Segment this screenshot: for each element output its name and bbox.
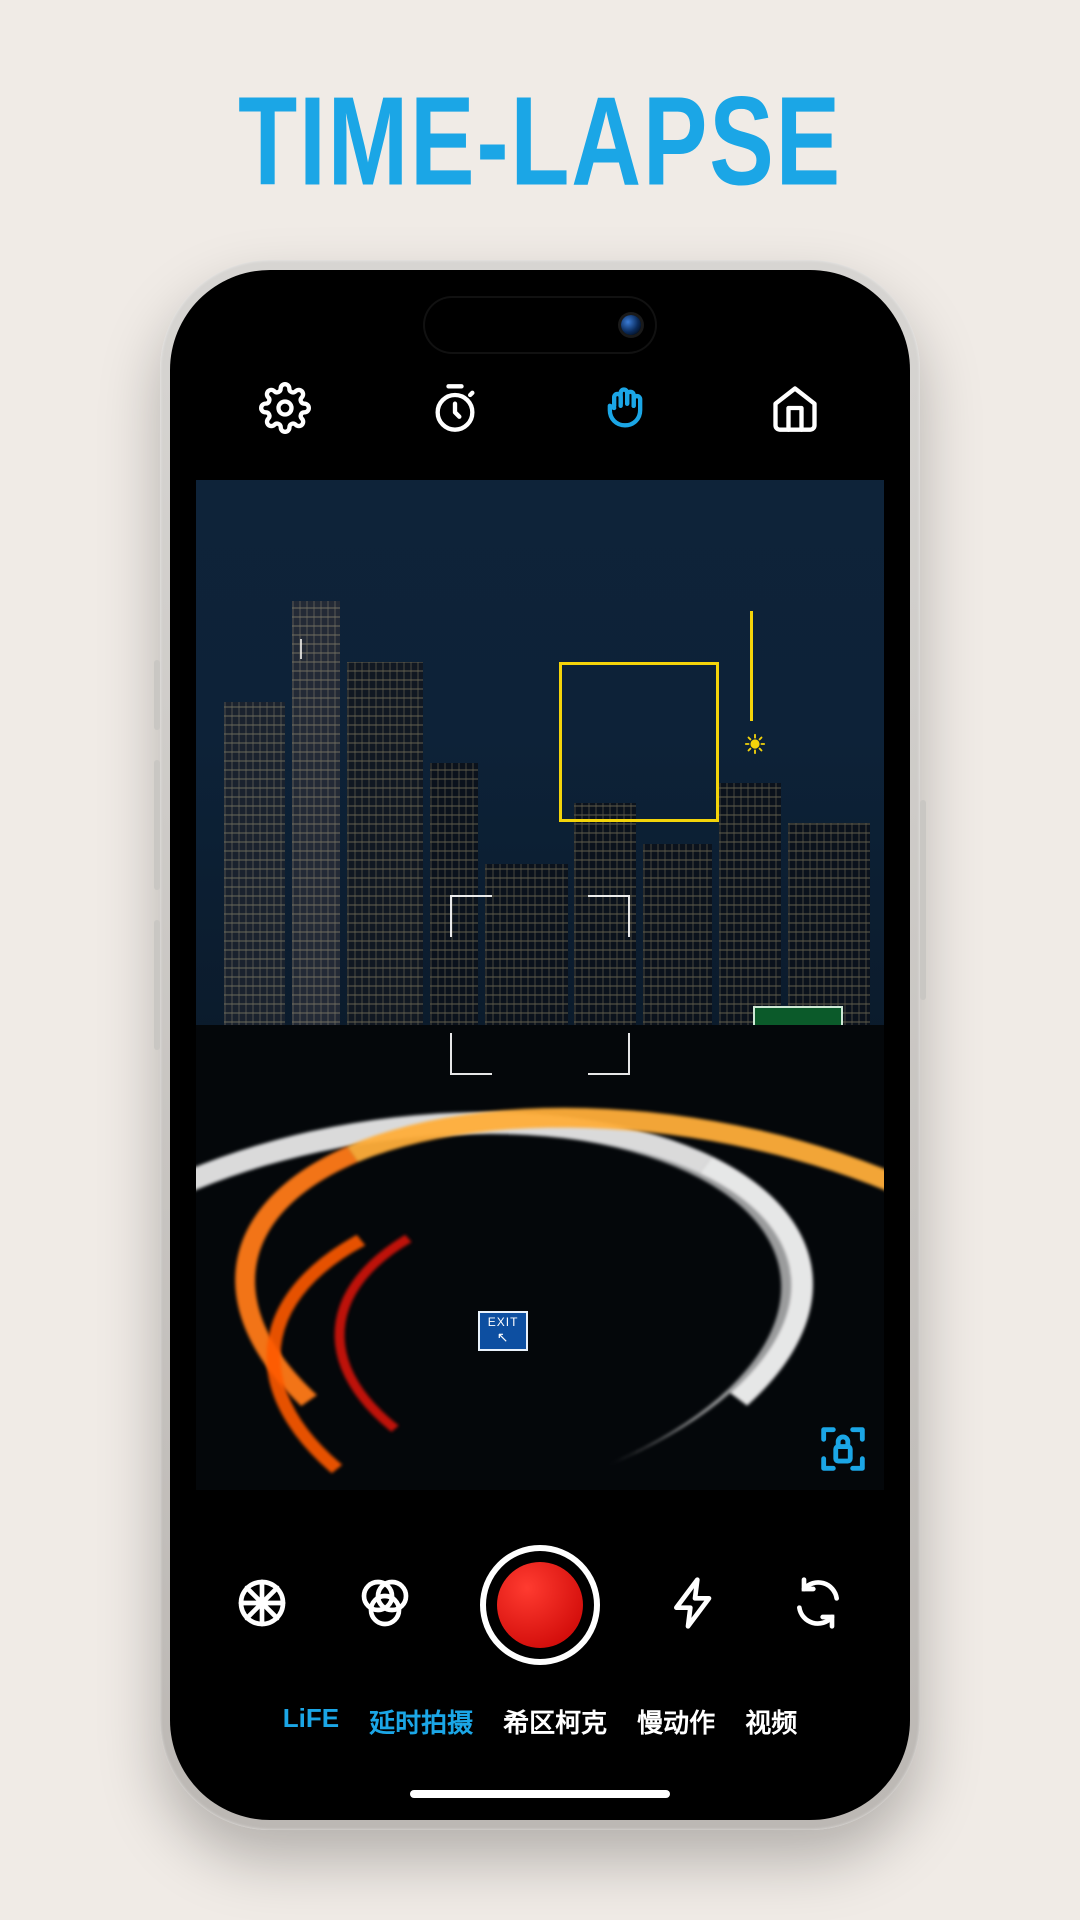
camera-viewfinder[interactable]: EXIT ↖ <box>196 480 884 1490</box>
phone-frame: EXIT ↖ <box>160 260 920 1830</box>
building-icon <box>347 662 423 1086</box>
mode-selector[interactable]: LiFE 延时拍摄 希区柯克 慢动作 视频 <box>170 1703 910 1740</box>
switch-camera-icon[interactable] <box>790 1575 846 1636</box>
home-icon[interactable] <box>769 382 821 439</box>
timer-icon[interactable] <box>429 382 481 439</box>
flash-icon[interactable] <box>667 1575 723 1636</box>
building-icon <box>292 601 340 1086</box>
exit-sign-icon: EXIT ↖ <box>478 1311 528 1351</box>
phone-volume-down <box>154 920 160 1050</box>
settings-icon[interactable] <box>259 382 311 439</box>
front-camera-icon <box>621 315 641 335</box>
exposure-slider[interactable] <box>750 611 753 721</box>
home-indicator[interactable] <box>410 1790 670 1798</box>
phone-screen: EXIT ↖ <box>170 270 910 1820</box>
bottom-controls <box>170 1540 910 1670</box>
mode-slowmo[interactable]: 慢动作 <box>637 1703 715 1740</box>
mode-timelapse[interactable]: 延时拍摄 <box>369 1703 473 1740</box>
top-toolbar <box>170 370 910 450</box>
exit-sign-arrow: ↖ <box>497 1329 510 1346</box>
mode-life[interactable]: LiFE <box>283 1703 339 1740</box>
filters-icon[interactable] <box>357 1575 413 1636</box>
phone-volume-up <box>154 760 160 890</box>
gesture-hand-icon[interactable] <box>599 382 651 439</box>
mode-hitchcock[interactable]: 希区柯克 <box>503 1703 607 1740</box>
focus-box[interactable] <box>559 662 719 822</box>
phone-power-button <box>920 800 926 1000</box>
viewfinder-ground: EXIT ↖ <box>196 1025 884 1490</box>
exposure-sun-icon[interactable] <box>744 733 766 755</box>
autofocus-brackets-icon <box>450 895 630 1075</box>
phone-side-button <box>154 660 160 730</box>
af-lock-icon[interactable] <box>814 1420 872 1478</box>
exit-sign-label: EXIT <box>488 1315 519 1329</box>
mode-video[interactable]: 视频 <box>745 1703 797 1740</box>
dynamic-island <box>425 298 655 352</box>
gallery-wheel-icon[interactable] <box>234 1575 290 1636</box>
record-button-inner-icon <box>497 1562 583 1648</box>
record-button[interactable] <box>480 1545 600 1665</box>
promo-title: TIME-LAPSE <box>65 68 1015 214</box>
